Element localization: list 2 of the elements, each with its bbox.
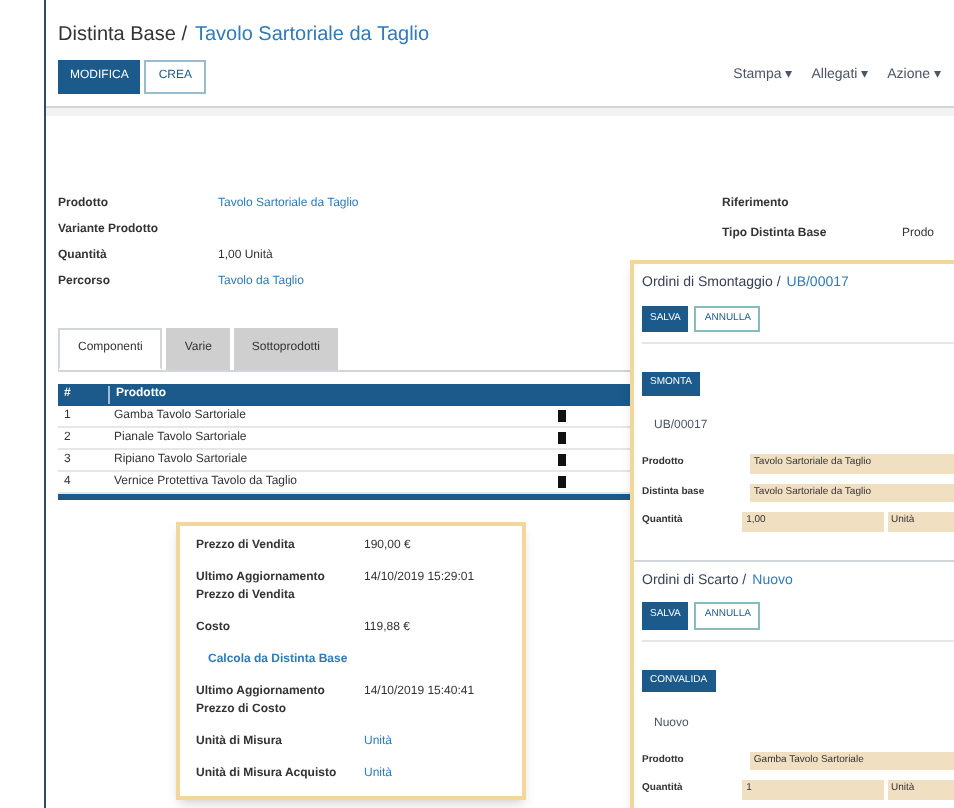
breadcrumb-parent[interactable]: Distinta Base / [58, 20, 187, 50]
breadcrumb-current: Tavolo Sartoriale da Taglio [194, 22, 430, 50]
